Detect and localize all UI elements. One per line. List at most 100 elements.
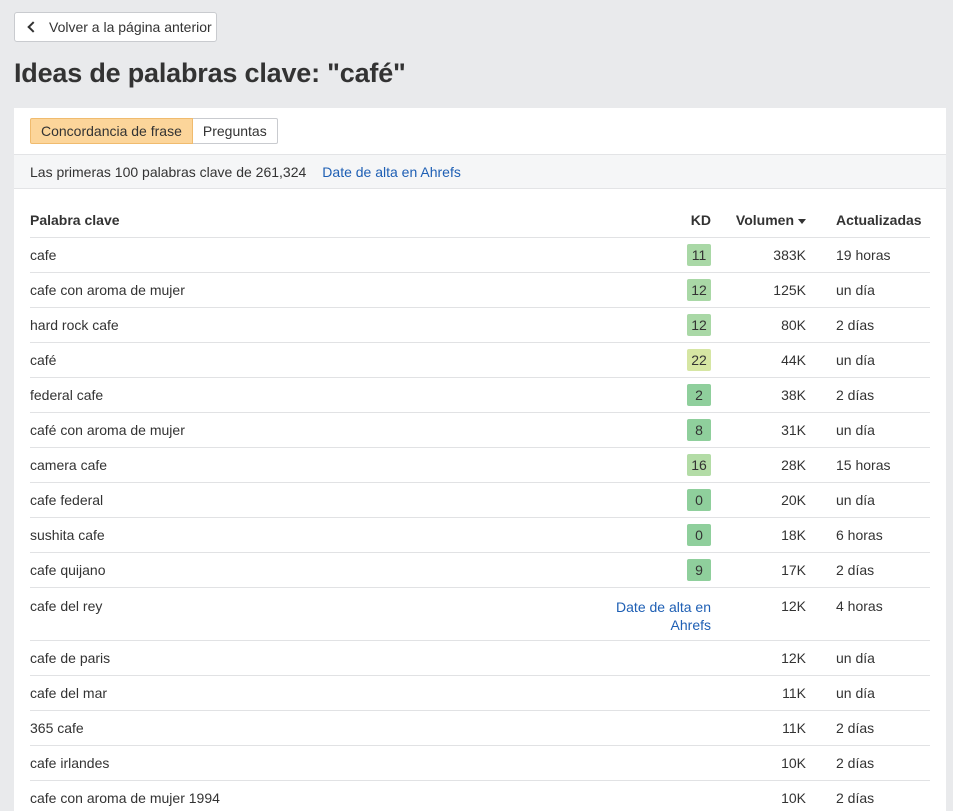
updated-cell: 2 días xyxy=(806,552,930,588)
back-button[interactable]: Volver a la página anterior xyxy=(14,12,217,42)
updated-cell: un día xyxy=(806,675,930,711)
kd-cell: 2 xyxy=(600,377,711,413)
keyword-cell[interactable]: cafe del mar xyxy=(30,675,600,711)
header-volume[interactable]: Volumen xyxy=(711,203,806,238)
updated-cell: 2 días xyxy=(806,780,930,811)
header-keyword[interactable]: Palabra clave xyxy=(30,203,600,238)
kd-badge: 11 xyxy=(687,243,711,266)
table-row[interactable]: café con aroma de mujer 8 31K un día xyxy=(30,412,930,448)
updated-cell: un día xyxy=(806,272,930,308)
keyword-cell[interactable]: sushita cafe xyxy=(30,517,600,553)
volume-cell: 80K xyxy=(711,307,806,343)
kd-badge: 16 xyxy=(687,453,711,476)
page-title: Ideas de palabras clave: "café" xyxy=(14,58,406,88)
kd-cell xyxy=(600,710,711,746)
keyword-cell[interactable]: cafe quijano xyxy=(30,552,600,588)
updated-cell: 2 días xyxy=(806,710,930,746)
tab-phrase-match[interactable]: Concordancia de frase xyxy=(30,118,193,144)
keyword-cell[interactable]: cafe federal xyxy=(30,482,600,518)
kd-signup-link[interactable]: Date de alta en Ahrefs xyxy=(601,598,711,634)
keyword-cell[interactable]: camera cafe xyxy=(30,447,600,483)
keyword-cell[interactable]: hard rock cafe xyxy=(30,307,600,343)
keywords-table: Palabra clave KD Volumen Actualizadas ca… xyxy=(30,203,930,811)
volume-cell: 18K xyxy=(711,517,806,553)
keyword-cell[interactable]: café con aroma de mujer xyxy=(30,412,600,448)
kd-cell: 8 xyxy=(600,412,711,448)
table-row[interactable]: cafe quijano 9 17K 2 días xyxy=(30,552,930,588)
volume-cell: 10K xyxy=(711,780,806,811)
table-row[interactable]: hard rock cafe 12 80K 2 días xyxy=(30,307,930,343)
updated-cell: 15 horas xyxy=(806,447,930,483)
kd-cell: 0 xyxy=(600,482,711,518)
updated-cell: 2 días xyxy=(806,745,930,781)
kd-cell: Date de alta en Ahrefs xyxy=(600,587,711,641)
volume-cell: 28K xyxy=(711,447,806,483)
keyword-cell[interactable]: cafe con aroma de mujer 1994 xyxy=(30,780,600,811)
kd-cell xyxy=(600,745,711,781)
kd-cell xyxy=(600,640,711,676)
kd-cell: 9 xyxy=(600,552,711,588)
updated-cell: 6 horas xyxy=(806,517,930,553)
kd-cell: 22 xyxy=(600,342,711,378)
updated-cell: 19 horas xyxy=(806,237,930,273)
kd-cell: 16 xyxy=(600,447,711,483)
tab-questions[interactable]: Preguntas xyxy=(192,118,278,144)
volume-cell: 12K xyxy=(711,640,806,676)
updated-cell: un día xyxy=(806,640,930,676)
table-row[interactable]: cafe irlandes 10K 2 días xyxy=(30,745,930,781)
volume-cell: 10K xyxy=(711,745,806,781)
table-row[interactable]: federal cafe 2 38K 2 días xyxy=(30,377,930,413)
updated-cell: un día xyxy=(806,342,930,378)
table-row[interactable]: cafe del mar 11K un día xyxy=(30,675,930,711)
table-row[interactable]: café 22 44K un día xyxy=(30,342,930,378)
volume-cell: 383K xyxy=(711,237,806,273)
header-volume-label: Volumen xyxy=(735,211,794,228)
updated-cell: un día xyxy=(806,412,930,448)
kd-badge: 0 xyxy=(687,488,711,511)
back-button-label: Volver a la página anterior xyxy=(49,19,212,35)
kd-badge: 12 xyxy=(687,278,711,301)
keyword-cell[interactable]: cafe del rey xyxy=(30,587,600,641)
table-row[interactable]: cafe federal 0 20K un día xyxy=(30,482,930,518)
keyword-cell[interactable]: cafe irlandes xyxy=(30,745,600,781)
tab-group: Concordancia de frase Preguntas xyxy=(30,118,278,144)
updated-cell: 4 horas xyxy=(806,587,930,641)
header-updated[interactable]: Actualizadas xyxy=(806,203,930,238)
header-kd[interactable]: KD xyxy=(600,203,711,238)
kd-cell: 11 xyxy=(600,237,711,273)
sort-desc-icon xyxy=(798,218,806,224)
table-row[interactable]: 365 cafe 11K 2 días xyxy=(30,710,930,746)
table-row[interactable]: cafe 11 383K 19 horas xyxy=(30,237,930,273)
volume-cell: 11K xyxy=(711,675,806,711)
table-row[interactable]: cafe del rey Date de alta en Ahrefs 12K 4 h… xyxy=(30,587,930,641)
updated-cell: 2 días xyxy=(806,307,930,343)
keyword-cell[interactable]: federal cafe xyxy=(30,377,600,413)
keyword-cell[interactable]: cafe xyxy=(30,237,600,273)
table-body: cafe 11 383K 19 horas cafe con aroma de muje… xyxy=(30,237,930,811)
table-row[interactable]: cafe con aroma de mujer 12 125K un día xyxy=(30,272,930,308)
table-row[interactable]: cafe de paris 12K un día xyxy=(30,640,930,676)
volume-cell: 12K xyxy=(711,587,806,641)
table-row[interactable]: cafe con aroma de mujer 1994 10K 2 días xyxy=(30,780,930,811)
table-row[interactable]: camera cafe 16 28K 15 horas xyxy=(30,447,930,483)
chevron-left-icon xyxy=(27,21,39,33)
volume-cell: 31K xyxy=(711,412,806,448)
volume-cell: 17K xyxy=(711,552,806,588)
info-bar: Las primeras 100 palabras clave de 261,3… xyxy=(14,154,946,189)
table-row[interactable]: sushita cafe 0 18K 6 horas xyxy=(30,517,930,553)
keyword-cell[interactable]: cafe de paris xyxy=(30,640,600,676)
kd-badge: 0 xyxy=(687,523,711,546)
keyword-cell[interactable]: cafe con aroma de mujer xyxy=(30,272,600,308)
keyword-cell[interactable]: café xyxy=(30,342,600,378)
kd-cell: 0 xyxy=(600,517,711,553)
kd-cell xyxy=(600,780,711,811)
volume-cell: 20K xyxy=(711,482,806,518)
kd-badge: 9 xyxy=(687,558,711,581)
signup-link[interactable]: Date de alta en Ahrefs xyxy=(322,164,461,180)
volume-cell: 38K xyxy=(711,377,806,413)
kd-cell xyxy=(600,675,711,711)
kd-badge: 8 xyxy=(687,418,711,441)
kd-badge: 22 xyxy=(687,348,711,371)
keyword-cell[interactable]: 365 cafe xyxy=(30,710,600,746)
volume-cell: 44K xyxy=(711,342,806,378)
